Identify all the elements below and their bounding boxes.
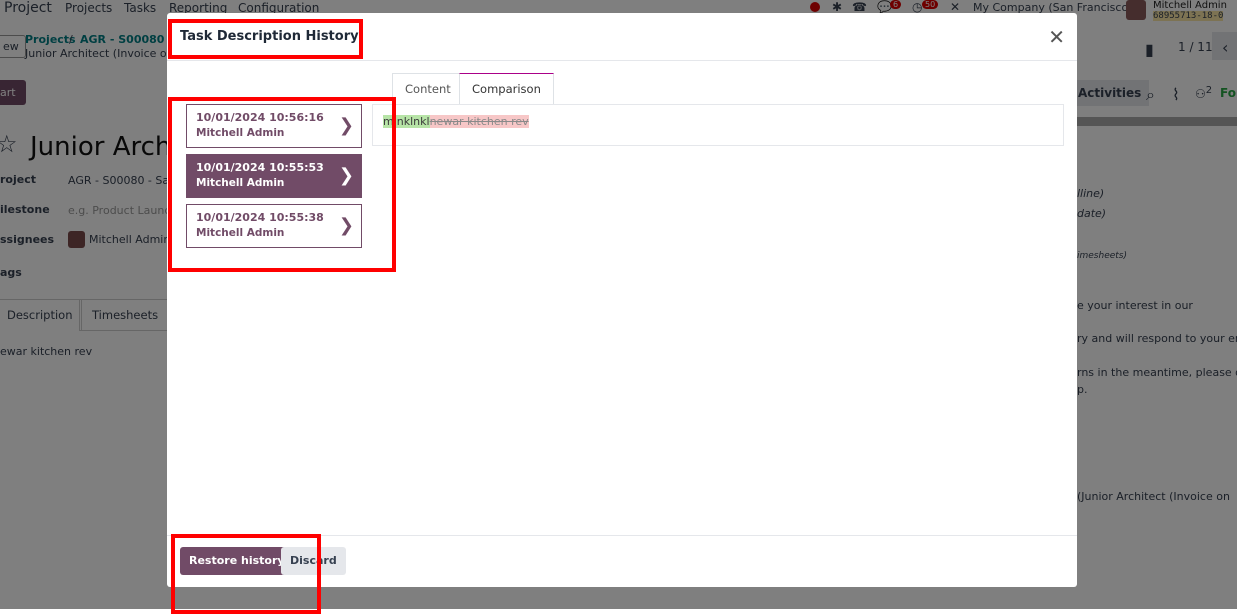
comparison-panel: mlnklnklnewar kitchen rev	[372, 104, 1064, 146]
annotation-box-title	[168, 19, 363, 59]
tab-content[interactable]: Content	[392, 73, 464, 105]
annotation-box-history	[168, 97, 396, 272]
annotation-box-restore	[171, 534, 321, 614]
close-icon[interactable]: ✕	[1048, 25, 1065, 49]
deleted-text: newar kitchen rev	[429, 115, 529, 128]
tab-comparison[interactable]: Comparison	[459, 73, 554, 105]
